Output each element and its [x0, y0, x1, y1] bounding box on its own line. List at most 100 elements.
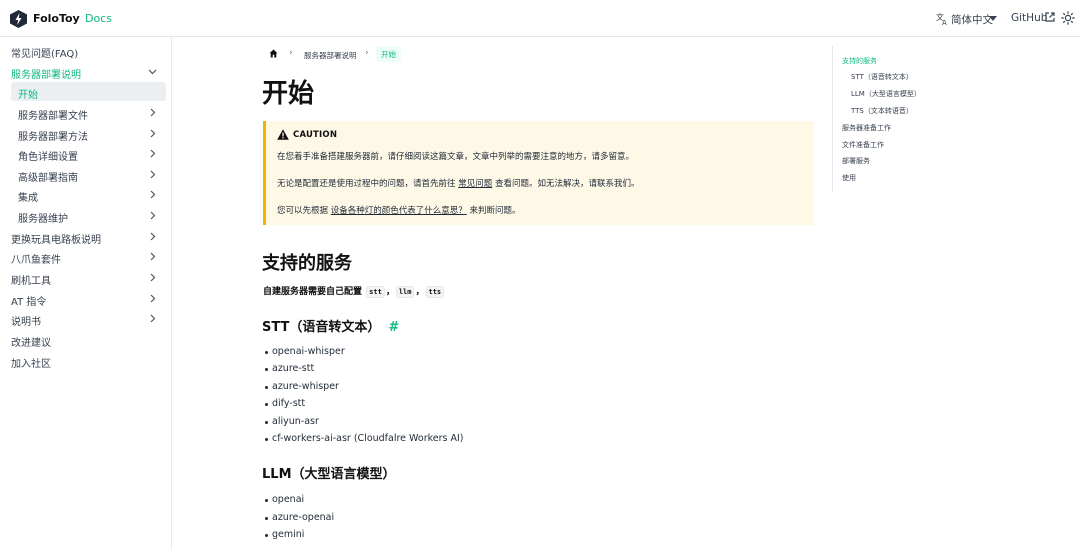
chevron-right-icon[interactable] [148, 273, 157, 282]
external-link-icon[interactable] [1045, 12, 1055, 22]
sidebar-item-deploy-files[interactable]: 服务器部署文件 [0, 103, 172, 122]
caution-text: 无论是配置还是使用过程中的问题，请首先前往 [277, 179, 456, 189]
caution-paragraph: 无论是配置还是使用过程中的问题，请首先前往 常见问题 查看问题。如无法解决，请联… [277, 177, 639, 189]
caution-text: 您可以先根据 [277, 206, 329, 216]
inline-code: llm [395, 286, 415, 298]
sidebar-item-label: 服务器部署说明 [11, 70, 81, 81]
list-item: openai-whisper [265, 346, 345, 357]
sidebar-item-label: AT 指令 [11, 297, 47, 308]
chevron-down-icon[interactable] [148, 67, 157, 76]
toc-item[interactable]: TTS（文本转语音） [851, 106, 913, 116]
chevron-right-icon[interactable] [148, 232, 157, 241]
sidebar-item-manual[interactable]: 说明书 [0, 309, 172, 328]
sidebar-item-label: 角色详细设置 [18, 152, 78, 163]
chevron-right-icon[interactable] [148, 149, 157, 158]
section-title: 支持的服务 [262, 253, 352, 274]
warning-icon [277, 129, 289, 140]
list-item: gemini [264, 529, 305, 540]
caution-text: 在您着手准备搭建服务器前，请仔细阅读这篇文章，文章中列举的需要注意的地方，请多留… [277, 152, 635, 162]
page-title: 开始 [262, 79, 315, 109]
caution-title: CAUTION [293, 130, 338, 140]
translate-icon[interactable]: 文 A [936, 12, 949, 25]
chevron-right-icon[interactable] [148, 108, 157, 117]
toc-item[interactable]: STT（语音转文本） [851, 72, 913, 82]
separator: ， [415, 287, 425, 297]
chevron-right-icon[interactable] [148, 129, 157, 138]
sidebar-item-label: 服务器维护 [18, 214, 68, 225]
caution-callout: CAUTION 在您着手准备搭建服务器前，请仔细阅读这篇文章，文章中列举的需要注… [263, 121, 814, 225]
sidebar-item-label: 常见问题(FAQ) [11, 49, 79, 60]
svg-text:A: A [942, 19, 947, 25]
toc-item[interactable]: LLM（大型语言模型） [851, 89, 921, 99]
list-item: azure-stt [264, 363, 315, 374]
breadcrumb-separator: › [365, 48, 369, 58]
inline-code: stt [366, 286, 385, 298]
toc-item[interactable]: 支持的服务 [842, 56, 877, 66]
caution-text: 查看问题。如无法解决，请联系我们。 [494, 179, 640, 189]
toc-item[interactable]: 部署服务 [842, 156, 870, 166]
brand-name[interactable]: FoloToy [33, 12, 80, 25]
sidebar-item-community[interactable]: 加入社区 [0, 351, 172, 370]
list-item: cf-workers-ai-asr (Cloudfalre Workers AI… [265, 433, 464, 444]
sidebar-item-advanced-deploy[interactable]: 高级部署指南 [0, 165, 172, 184]
sidebar-item-board-replace[interactable]: 更换玩具电路板说明 [0, 227, 172, 246]
breadcrumb-separator: › [289, 48, 293, 58]
sidebar-item-octopus-kit[interactable]: 八爪鱼套件 [0, 247, 172, 266]
chevron-right-icon[interactable] [148, 252, 157, 261]
language-selector[interactable]: 简体中文 [951, 12, 993, 27]
caret-down-icon[interactable] [989, 16, 997, 21]
sidebar-item-at-commands[interactable]: AT 指令 [0, 289, 172, 308]
sidebar-item-label: 刷机工具 [11, 276, 51, 287]
sun-icon[interactable] [1061, 11, 1075, 25]
chevron-right-icon[interactable] [148, 211, 157, 220]
sidebar-item-flash-tool[interactable]: 刷机工具 [0, 268, 172, 287]
sidebar-item-label: 改进建议 [11, 338, 51, 349]
list-item: openai [264, 494, 305, 505]
sidebar-item-integration[interactable]: 集成 [0, 185, 172, 204]
toc-item[interactable]: 使用 [842, 173, 856, 183]
sidebar-item-suggestions[interactable]: 改进建议 [0, 330, 172, 349]
sidebar-item-label: 服务器部署方法 [18, 132, 88, 143]
sidebar-item-maintenance[interactable]: 服务器维护 [0, 206, 172, 225]
sidebar-item-start[interactable]: 开始 [11, 82, 166, 101]
inline-code: tts [425, 286, 445, 298]
list-item: aliyun-asr [265, 416, 319, 427]
caution-paragraph: 在您着手准备搭建服务器前，请仔细阅读这篇文章，文章中列举的需要注意的地方，请多留… [277, 150, 634, 162]
toc-item[interactable]: 服务器准备工作 [842, 123, 891, 133]
breadcrumb-item[interactable]: 服务器部署说明 [304, 50, 357, 61]
docs-link[interactable]: Docs [85, 12, 112, 25]
section-intro: 自建服务器需要自己配置 stt， llm， tts [263, 284, 445, 298]
home-icon[interactable] [269, 49, 278, 58]
light-colors-link[interactable]: 设备各种灯的颜色代表了什么意思？ [331, 206, 467, 216]
list-item: azure-whisper [265, 381, 339, 392]
caution-text: 来判断问题。 [469, 206, 521, 216]
faq-link[interactable]: 常见问题 [458, 179, 492, 189]
sidebar-item-role-settings[interactable]: 角色详细设置 [0, 144, 172, 163]
chevron-right-icon[interactable] [148, 170, 157, 179]
heading-text: LLM（大型语言模型） [262, 467, 396, 482]
sidebar-item-label: 开始 [18, 90, 38, 101]
toc-item[interactable]: 文件准备工作 [842, 140, 884, 150]
chevron-right-icon[interactable] [148, 190, 157, 199]
sidebar-item-server-deploy[interactable]: 服务器部署说明 [0, 62, 172, 81]
sidebar: 常见问题(FAQ) 服务器部署说明 开始 服务器部署文件 服务器部署方法 角色详… [0, 37, 172, 549]
chevron-right-icon[interactable] [148, 294, 157, 303]
list-item: dify-stt [264, 398, 306, 409]
list-item: azure-openai [264, 512, 335, 523]
chevron-right-icon[interactable] [148, 314, 157, 323]
breadcrumb-current: 开始 [376, 46, 401, 62]
intro-text: 自建服务器需要自己配置 [263, 287, 363, 297]
sidebar-item-faq[interactable]: 常见问题(FAQ) [0, 41, 172, 60]
sidebar-item-label: 加入社区 [11, 359, 51, 370]
heading-anchor-link[interactable]: # [388, 320, 399, 335]
logo-icon[interactable] [10, 10, 27, 28]
caution-paragraph: 您可以先根据 设备各种灯的颜色代表了什么意思？ 来判断问题。 [277, 204, 520, 216]
sidebar-item-label: 更换玩具电路板说明 [11, 235, 101, 246]
sidebar-item-label: 集成 [18, 193, 38, 204]
table-of-contents: 支持的服务 STT（语音转文本） LLM（大型语言模型） TTS（文本转语音） … [832, 46, 972, 192]
heading-text: STT（语音转文本） [262, 320, 381, 335]
sidebar-item-label: 高级部署指南 [18, 173, 78, 184]
sidebar-item-label: 说明书 [11, 317, 41, 328]
github-link[interactable]: GitHub [1011, 12, 1047, 24]
sidebar-item-deploy-method[interactable]: 服务器部署方法 [0, 124, 172, 143]
